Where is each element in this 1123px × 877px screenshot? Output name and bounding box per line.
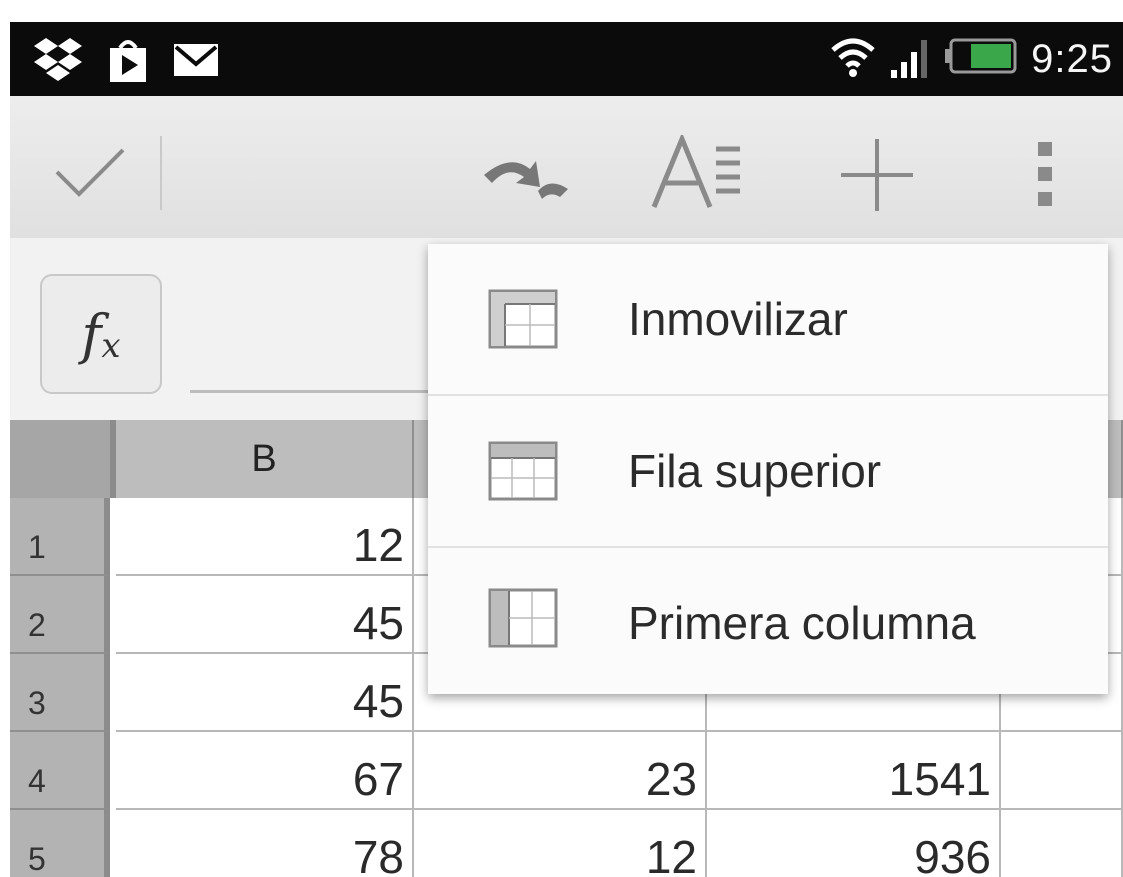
freeze-first-column-icon <box>488 588 558 648</box>
row-number: 1 <box>28 529 46 565</box>
undo-button[interactable] <box>478 146 578 216</box>
cell-value: 45 <box>352 597 404 649</box>
cell-b4[interactable]: 67 <box>116 732 414 810</box>
cell-value: 45 <box>352 675 404 727</box>
wifi-icon <box>829 32 877 85</box>
row-number: 4 <box>28 763 46 799</box>
notification-icons <box>32 36 220 89</box>
add-button[interactable] <box>832 132 922 222</box>
undo-icon <box>480 153 576 210</box>
menu-item-top-row[interactable]: Fila superior <box>428 396 1108 546</box>
text-format-button[interactable] <box>648 131 748 218</box>
play-store-icon <box>108 36 148 89</box>
cell-b2[interactable]: 45 <box>116 576 414 654</box>
battery-icon <box>945 36 1019 81</box>
freeze-menu: Inmovilizar Fila superior Primera column… <box>428 244 1108 694</box>
cell-d4[interactable]: 1541 <box>707 732 1001 810</box>
cell-value: 936 <box>914 831 991 877</box>
signal-icon <box>889 32 933 85</box>
mail-icon <box>172 42 220 83</box>
cell-value: 1541 <box>888 753 991 805</box>
cell-b5[interactable]: 78 <box>116 810 414 877</box>
clock: 9:25 <box>1031 36 1113 81</box>
row-header-3[interactable]: 3 <box>10 654 110 732</box>
row-header-5[interactable]: 5 <box>10 810 110 877</box>
column-header-label: B <box>251 437 277 480</box>
column-header-b[interactable]: B <box>116 420 414 498</box>
menu-item-first-column[interactable]: Primera columna <box>428 548 1108 698</box>
text-format-icon <box>650 131 746 218</box>
row-header-1[interactable]: 1 <box>10 498 110 576</box>
row-number: 3 <box>28 685 46 721</box>
dropbox-icon <box>32 36 84 89</box>
system-indicators: 9:25 <box>829 32 1113 85</box>
cell-b3[interactable]: 45 <box>116 654 414 732</box>
freeze-panes-icon <box>488 289 558 349</box>
toolbar-divider <box>160 136 162 210</box>
cell-d5[interactable]: 936 <box>707 810 1001 877</box>
row-header-4[interactable]: 4 <box>10 732 110 810</box>
cell-e4[interactable] <box>1001 732 1123 810</box>
fx-icon: fx <box>81 302 121 366</box>
action-bar <box>10 96 1123 239</box>
cell-value: 23 <box>645 753 697 805</box>
cell-value: 12 <box>645 831 697 877</box>
row-number: 5 <box>28 841 46 877</box>
cell-value: 78 <box>352 831 404 877</box>
cell-c5[interactable]: 12 <box>414 810 707 877</box>
status-bar: 9:25 <box>10 22 1123 96</box>
cell-value: 12 <box>352 519 404 571</box>
function-button[interactable]: fx <box>40 274 162 394</box>
menu-item-freeze-panes[interactable]: Inmovilizar <box>428 244 1108 394</box>
row-header-2[interactable]: 2 <box>10 576 110 654</box>
row-number: 2 <box>28 607 46 643</box>
freeze-top-row-icon <box>488 441 558 501</box>
app-window: 9:25 fx B 1 12 2 45 3 45 4 67 23 1541 5 … <box>0 0 1123 877</box>
menu-item-label: Fila superior <box>628 445 882 497</box>
cell-value: 67 <box>352 753 404 805</box>
cell-c4[interactable]: 23 <box>414 732 707 810</box>
add-icon <box>837 135 917 220</box>
select-all-corner[interactable] <box>10 420 116 498</box>
checkmark-icon <box>53 146 127 205</box>
done-button[interactable] <box>50 140 130 210</box>
cell-e5[interactable] <box>1001 810 1123 877</box>
cell-b1[interactable]: 12 <box>116 498 414 576</box>
overflow-menu-icon <box>1035 138 1055 215</box>
menu-item-label: Primera columna <box>628 597 976 649</box>
menu-item-label: Inmovilizar <box>628 293 848 345</box>
overflow-menu-button[interactable] <box>1020 136 1070 216</box>
